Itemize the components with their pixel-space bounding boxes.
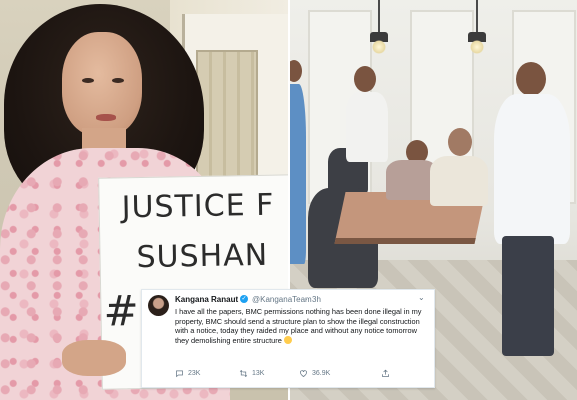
reply-button[interactable]: 23K: [175, 369, 200, 378]
pendant-lamp-cord: [476, 0, 478, 34]
reply-icon: [176, 370, 183, 378]
collage: JUSTICE F SUSHAN #C Kangana Ranaut ✓ @Ka…: [0, 0, 577, 400]
tweet-separator: ·: [305, 295, 308, 304]
right-eye: [112, 78, 124, 83]
reply-count: 23K: [188, 370, 201, 377]
verified-badge-icon: ✓: [240, 295, 248, 303]
tweet-handle[interactable]: @KanganaTeam: [252, 295, 312, 304]
like-button[interactable]: 36.9K: [299, 369, 330, 378]
pendant-lamp-cord: [378, 0, 380, 34]
share-button[interactable]: [381, 369, 390, 378]
tweet-actions: 23K 13K 36.9K: [175, 369, 425, 381]
tweet-text: I have all the papers, BMC permissions n…: [175, 307, 428, 345]
heart-icon: [300, 370, 307, 377]
tweet-time[interactable]: 3h: [312, 295, 321, 304]
tweet-author-name[interactable]: Kangana Ranaut: [175, 295, 238, 304]
retweet-count: 13K: [252, 370, 265, 377]
placard-line-1: JUSTICE F: [121, 187, 275, 226]
share-icon: [382, 369, 389, 377]
retweet-button[interactable]: 13K: [239, 369, 264, 378]
slightly-smiling-face-emoji-icon: [283, 335, 292, 344]
mouth: [96, 114, 116, 121]
avatar[interactable]: [148, 295, 169, 316]
tweet-card: Kangana Ranaut ✓ @KanganaTeam · 3h ⌄ I h…: [141, 289, 435, 388]
chevron-down-icon[interactable]: ⌄: [418, 293, 425, 302]
placard-line-2: SUSHAN: [136, 237, 269, 276]
tweet-body: I have all the papers, BMC permissions n…: [175, 307, 422, 345]
pendant-lamp-bulb: [470, 40, 484, 54]
pendant-lamp-bulb: [372, 40, 386, 54]
left-eye: [82, 78, 94, 83]
hand: [62, 340, 126, 376]
retweet-icon: [239, 369, 248, 378]
like-count: 36.9K: [312, 370, 331, 377]
